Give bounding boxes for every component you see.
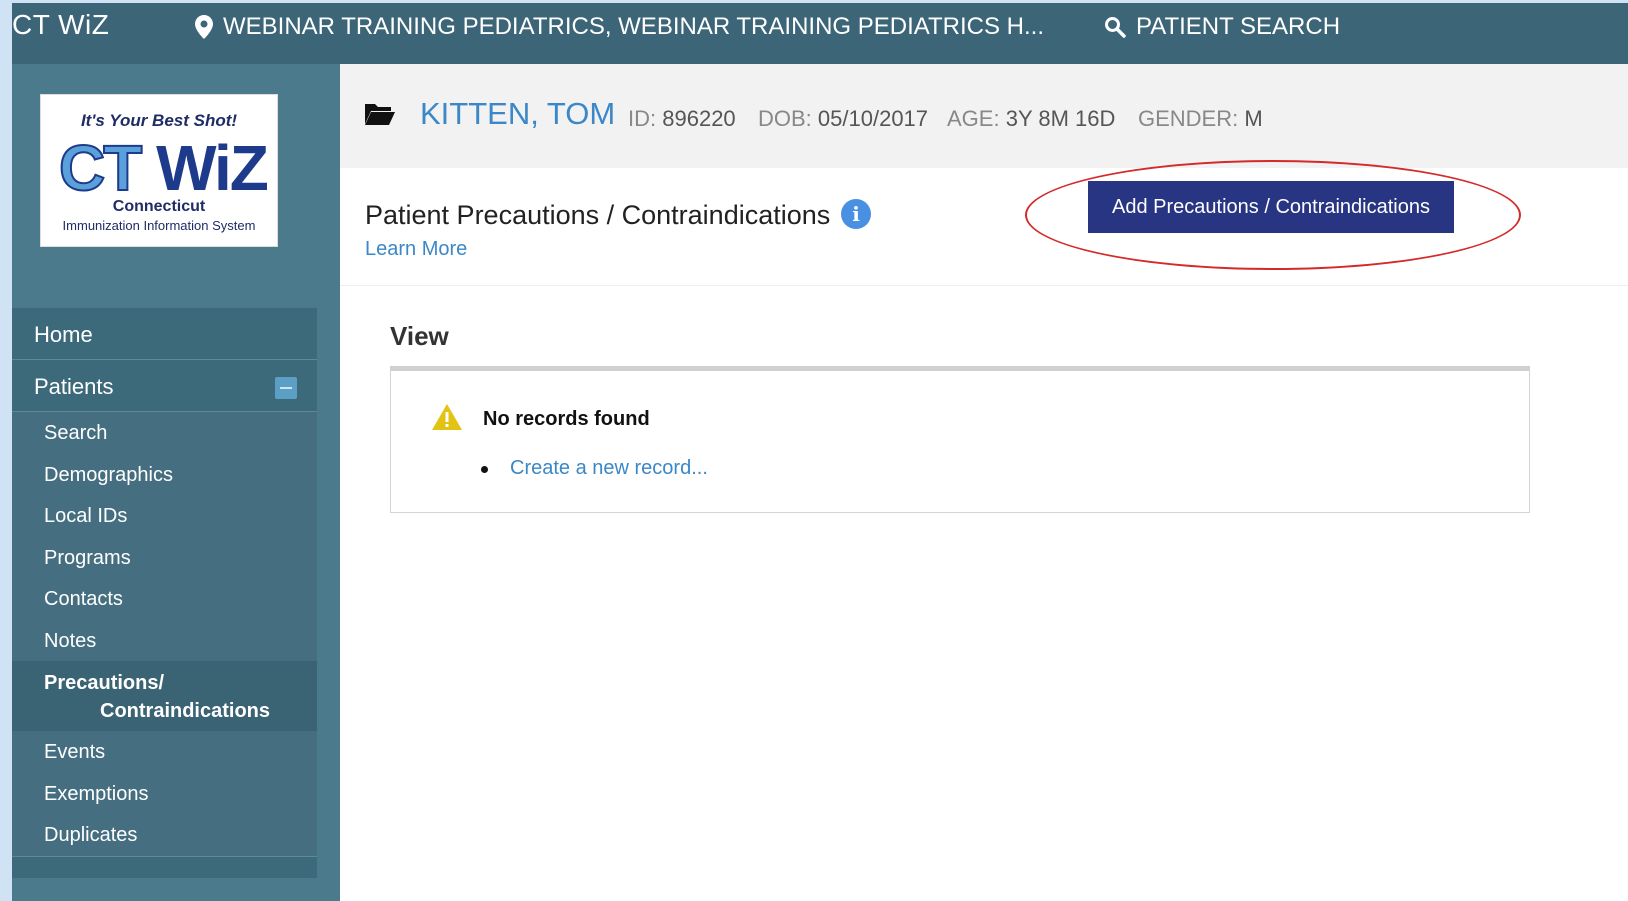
- top-bar: CT WiZ WEBINAR TRAINING PEDIATRICS, WEBI…: [12, 3, 1628, 64]
- sidebar-item-search[interactable]: Search: [12, 412, 317, 454]
- sidebar-item-notes[interactable]: Notes: [12, 619, 317, 661]
- patient-header: KITTEN, TOM ID: 896220 DOB: 05/10/2017 A…: [340, 64, 1628, 168]
- patient-name: KITTEN, TOM: [420, 96, 616, 131]
- sidebar-item-home[interactable]: Home: [12, 308, 317, 360]
- search-icon: [1105, 17, 1126, 38]
- sidebar-item-label: Precautions/: [44, 672, 165, 694]
- warning-icon: [432, 404, 462, 430]
- sidebar-item-events[interactable]: Events: [12, 731, 317, 773]
- list-bullet: [481, 466, 488, 473]
- sidebar-item-label: Patients: [34, 374, 114, 399]
- patient-dob: DOB: 05/10/2017: [758, 106, 929, 131]
- section-divider: [340, 285, 1628, 286]
- sidebar-item-programs[interactable]: Programs: [12, 536, 317, 578]
- patient-gender: GENDER: M: [1138, 106, 1263, 131]
- create-record-link[interactable]: Create a new record...: [510, 457, 708, 480]
- sidebar-item-label: Contraindications: [100, 700, 271, 722]
- patient-search-link[interactable]: PATIENT SEARCH: [1104, 13, 1340, 41]
- sidebar-item-exemptions[interactable]: Exemptions: [12, 772, 317, 814]
- ct-wiz-logo: It's Your Best Shot! CT WiZ Connecticut …: [40, 94, 278, 247]
- no-records-message: No records found: [483, 408, 650, 430]
- sidebar-item-precautions[interactable]: Precautions/ Contraindications: [12, 661, 317, 731]
- logo-tagline: It's Your Best Shot!: [80, 111, 238, 130]
- logo-line1: Connecticut: [112, 198, 206, 215]
- records-panel: No records found Create a new record...: [390, 366, 1530, 513]
- app-window: CT WiZ WEBINAR TRAINING PEDIATRICS, WEBI…: [12, 3, 1628, 901]
- patient-id: ID: 896220: [628, 106, 736, 131]
- folder-open-icon: [365, 104, 395, 125]
- sidebar-divider: [12, 855, 317, 878]
- info-icon[interactable]: i: [841, 199, 871, 229]
- location-label: WEBINAR TRAINING PEDIATRICS, WEBINAR TRA…: [223, 13, 1044, 40]
- page-title: Patient Precautions / Contraindications: [365, 200, 831, 230]
- patient-search-label: PATIENT SEARCH: [1136, 13, 1341, 40]
- patient-age: AGE: 3Y 8M 16D: [947, 106, 1116, 131]
- sidebar-item-duplicates[interactable]: Duplicates: [12, 814, 317, 856]
- collapse-icon[interactable]: [275, 377, 297, 399]
- logo-mark: CT WiZ: [58, 131, 269, 205]
- sidebar-item-local-ids[interactable]: Local IDs: [12, 495, 317, 537]
- view-heading: View: [390, 321, 449, 351]
- add-precautions-button[interactable]: Add Precautions / Contraindications: [1088, 181, 1454, 233]
- sidebar-item-contacts[interactable]: Contacts: [12, 578, 317, 620]
- sidebar: It's Your Best Shot! CT WiZ Connecticut …: [12, 64, 340, 901]
- learn-more-link[interactable]: Learn More: [365, 238, 467, 261]
- logo-line2: Immunization Information System: [62, 218, 256, 233]
- sidebar-nav: Home Patients Search Demographics Local …: [12, 308, 317, 878]
- sidebar-item-demographics[interactable]: Demographics: [12, 453, 317, 495]
- location-selector[interactable]: WEBINAR TRAINING PEDIATRICS, WEBINAR TRA…: [195, 13, 1044, 41]
- map-pin-icon: [195, 15, 213, 39]
- sidebar-item-patients[interactable]: Patients: [12, 360, 317, 412]
- app-brand[interactable]: CT WiZ: [12, 9, 109, 41]
